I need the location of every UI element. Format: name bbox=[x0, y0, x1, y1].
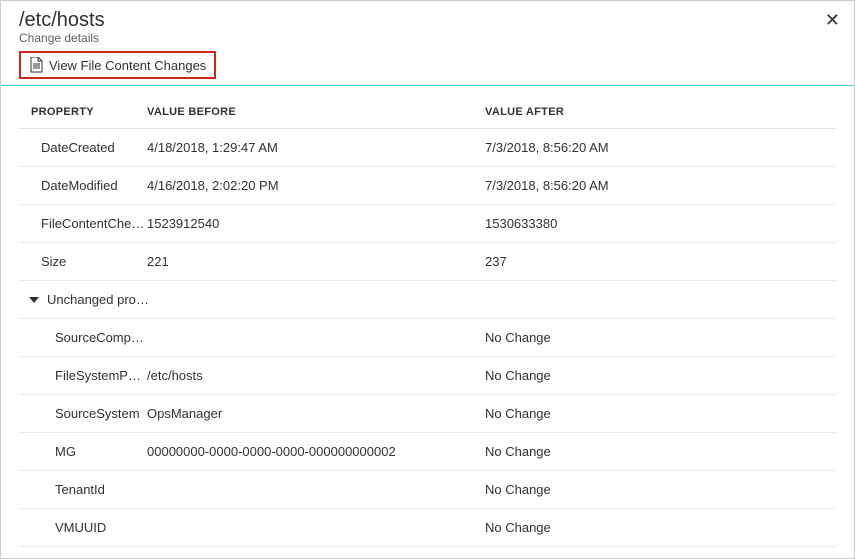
property-cell: SourceComput... bbox=[19, 330, 145, 345]
table-header: PROPERTY VALUE BEFORE VALUE AFTER bbox=[19, 86, 836, 129]
toolbar: View File Content Changes bbox=[1, 49, 854, 86]
property-cell: VMUUID bbox=[19, 520, 145, 535]
column-header-property[interactable]: PROPERTY bbox=[19, 106, 145, 118]
after-cell: No Change bbox=[485, 406, 836, 421]
unchanged-properties-toggle[interactable]: Unchanged prope... bbox=[19, 281, 836, 319]
table-row: FileContentCheck... 1523912540 153063338… bbox=[19, 205, 836, 243]
unchanged-properties-label: Unchanged prope... bbox=[47, 292, 155, 307]
property-cell: Size bbox=[19, 254, 145, 269]
property-cell: FileSystemPath bbox=[19, 368, 145, 383]
after-cell: No Change bbox=[485, 330, 836, 345]
before-cell: 4/16/2018, 2:02:20 PM bbox=[145, 178, 485, 193]
after-cell: 237 bbox=[485, 254, 836, 269]
panel-header: /etc/hosts Change details ✕ bbox=[1, 1, 854, 49]
after-cell: No Change bbox=[485, 444, 836, 459]
before-cell: /etc/hosts bbox=[145, 368, 485, 383]
view-changes-label: View File Content Changes bbox=[49, 58, 206, 73]
chevron-down-icon bbox=[29, 297, 39, 303]
table-row: DateCreated 4/18/2018, 1:29:47 AM 7/3/20… bbox=[19, 129, 836, 167]
after-cell: No Change bbox=[485, 368, 836, 383]
after-cell: No Change bbox=[485, 482, 836, 497]
table-row: SourceComput... No Change bbox=[19, 319, 836, 357]
property-cell: SourceSystem bbox=[19, 406, 145, 421]
before-cell: 221 bbox=[145, 254, 485, 269]
before-cell: OpsManager bbox=[145, 406, 485, 421]
property-cell: MG bbox=[19, 444, 145, 459]
after-cell: 7/3/2018, 8:56:20 AM bbox=[485, 178, 836, 193]
table-row: MG 00000000-0000-0000-0000-000000000002 … bbox=[19, 433, 836, 471]
before-cell: 1523912540 bbox=[145, 216, 485, 231]
content-area: PROPERTY VALUE BEFORE VALUE AFTER DateCr… bbox=[1, 86, 854, 558]
after-cell: No Change bbox=[485, 520, 836, 535]
column-header-after[interactable]: VALUE AFTER bbox=[485, 106, 836, 118]
property-cell: TenantId bbox=[19, 482, 145, 497]
page-subtitle: Change details bbox=[19, 31, 836, 45]
table-row: TenantId No Change bbox=[19, 471, 836, 509]
after-cell: 1530633380 bbox=[485, 216, 836, 231]
page-title: /etc/hosts bbox=[19, 9, 836, 32]
table-row: FileSystemPath /etc/hosts No Change bbox=[19, 357, 836, 395]
after-cell: 7/3/2018, 8:56:20 AM bbox=[485, 140, 836, 155]
table-row: SourceSystem OpsManager No Change bbox=[19, 395, 836, 433]
close-icon: ✕ bbox=[825, 10, 840, 30]
file-icon bbox=[29, 57, 43, 73]
table-row: DateModified 4/16/2018, 2:02:20 PM 7/3/2… bbox=[19, 167, 836, 205]
before-cell: 00000000-0000-0000-0000-000000000002 bbox=[145, 444, 485, 459]
property-cell: DateModified bbox=[19, 178, 145, 193]
column-header-before[interactable]: VALUE BEFORE bbox=[145, 106, 485, 118]
before-cell: 4/18/2018, 1:29:47 AM bbox=[145, 140, 485, 155]
table-row: Size 221 237 bbox=[19, 243, 836, 281]
table-row: VMUUID No Change bbox=[19, 509, 836, 547]
property-cell: DateCreated bbox=[19, 140, 145, 155]
view-file-content-changes-button[interactable]: View File Content Changes bbox=[19, 51, 216, 79]
close-button[interactable]: ✕ bbox=[825, 11, 840, 29]
property-cell: FileContentCheck... bbox=[19, 216, 145, 231]
